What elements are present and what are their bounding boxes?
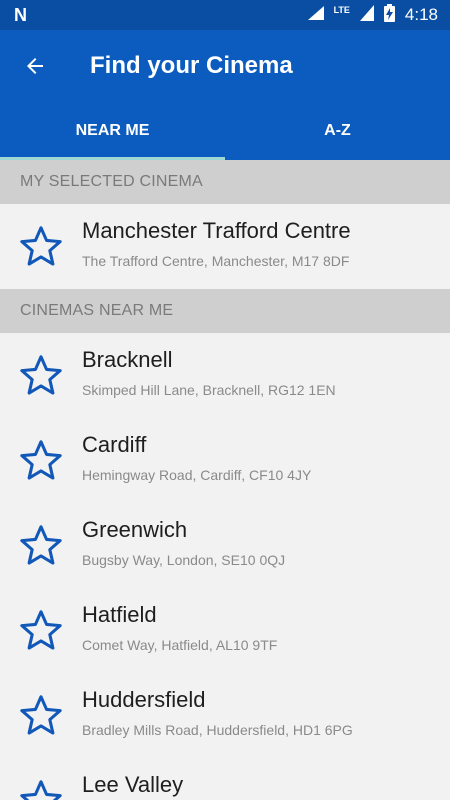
list-item[interactable]: Hatfield Comet Way, Hatfield, AL10 9TF [0,588,450,673]
network-type-label: LTE [333,5,350,15]
cinema-address: Bradley Mills Road, Huddersfield, HD1 6P… [82,722,353,738]
list-item[interactable]: Greenwich Bugsby Way, London, SE10 0QJ [0,503,450,588]
star-outline-icon[interactable] [18,777,64,800]
tab-label: NEAR ME [75,122,150,139]
cinema-name: Manchester Trafford Centre [82,218,351,243]
status-bar: N LTE 4:18 [0,0,450,30]
cinema-address: Comet Way, Hatfield, AL10 9TF [82,637,278,653]
back-arrow-icon [27,58,43,74]
clock: 4:18 [404,5,438,24]
cinema-address: The Trafford Centre, Manchester, M17 8DF [82,253,350,269]
back-button[interactable] [0,30,70,102]
cinema-name: Hatfield [82,602,157,627]
list-item[interactable]: Huddersfield Bradley Mills Road, Hudders… [0,673,450,758]
cinema-address: Hemingway Road, Cardiff, CF10 4JY [82,467,312,483]
status-icons: LTE 4:18 [307,3,438,27]
tab-a-z[interactable]: A-Z [225,102,450,160]
battery-charging-icon [383,3,395,27]
tab-bar: NEAR ME A-Z [0,102,450,160]
cinema-name: Lee Valley [82,772,184,797]
list-item[interactable]: Manchester Trafford Centre The Trafford … [0,204,450,289]
tab-label: A-Z [324,122,351,139]
cinema-name: Cardiff [82,432,147,457]
star-outline-icon[interactable] [18,352,64,398]
app-bar: Find your Cinema [0,30,450,102]
list-item[interactable]: Bracknell Skimped Hill Lane, Bracknell, … [0,333,450,418]
list-item[interactable]: Cardiff Hemingway Road, Cardiff, CF10 4J… [0,418,450,503]
cinema-address: Bugsby Way, London, SE10 0QJ [82,552,286,568]
cinema-name: Huddersfield [82,687,206,712]
cinema-name: Bracknell [82,347,173,372]
star-outline-icon[interactable] [18,223,64,269]
section-header-near-me: CINEMAS NEAR ME [0,289,450,333]
list-item[interactable]: Lee Valley [0,758,450,800]
star-outline-icon[interactable] [18,437,64,483]
cinema-name: Greenwich [82,517,188,542]
star-outline-icon[interactable] [18,692,64,738]
page-title: Find your Cinema [90,52,293,79]
notification-n-icon: N [14,4,27,25]
tab-near-me[interactable]: NEAR ME [0,102,225,160]
section-header-selected: MY SELECTED CINEMA [0,160,450,204]
cinema-address: Skimped Hill Lane, Bracknell, RG12 1EN [82,382,336,398]
signal-strength-icon [359,4,374,26]
signal-icon [307,5,324,25]
star-outline-icon[interactable] [18,607,64,653]
star-outline-icon[interactable] [18,522,64,568]
